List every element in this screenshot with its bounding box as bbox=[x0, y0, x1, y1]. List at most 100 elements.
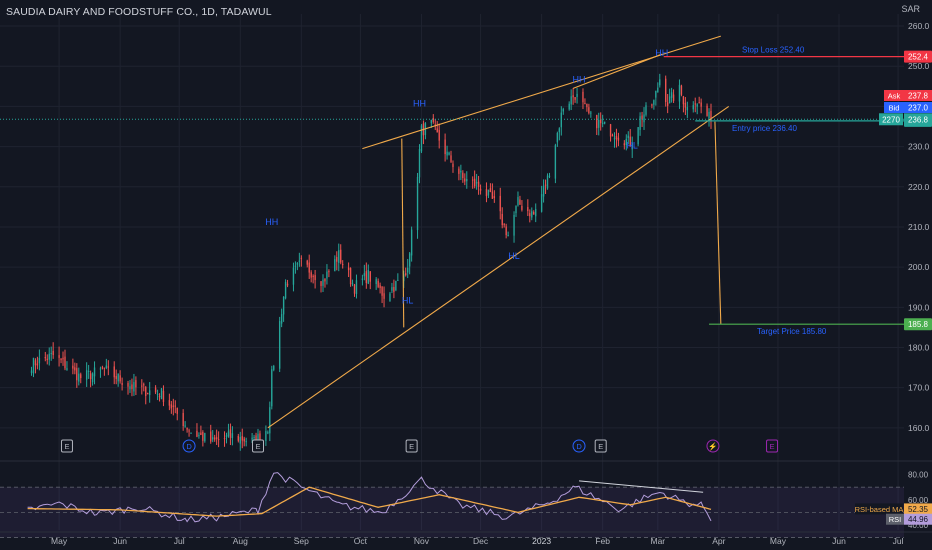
axes: 160.0 170.0 180.0 190.0 200.0 210.0 220.0 230.0… bbox=[0, 21, 932, 546]
candle-body bbox=[446, 151, 448, 156]
candle-body bbox=[544, 184, 547, 186]
candle-body bbox=[267, 432, 269, 434]
candle-body bbox=[269, 407, 271, 434]
candle-body bbox=[278, 321, 281, 369]
candle-body bbox=[176, 408, 178, 414]
y-tick-label: 260.0 bbox=[908, 21, 930, 31]
candle-body bbox=[657, 87, 659, 93]
candle-body bbox=[200, 432, 202, 435]
event-marker-letter: ⚡ bbox=[708, 442, 717, 451]
candle-body bbox=[568, 103, 570, 110]
candle-body bbox=[393, 286, 395, 292]
candle-body bbox=[452, 163, 454, 168]
candle-body bbox=[148, 390, 151, 396]
candle-body bbox=[314, 275, 316, 281]
candle-body bbox=[66, 368, 68, 370]
candle-body bbox=[531, 211, 533, 218]
candle-body bbox=[694, 103, 696, 105]
candle-body bbox=[533, 211, 535, 215]
candle-body bbox=[696, 104, 698, 107]
candle-body bbox=[450, 155, 452, 162]
rsi-name: RSI bbox=[889, 515, 902, 524]
candle-body bbox=[286, 283, 289, 286]
candle-body bbox=[271, 369, 273, 407]
candle-body bbox=[680, 85, 683, 95]
candle-body bbox=[320, 281, 322, 286]
candle-body bbox=[336, 257, 338, 262]
candle-body bbox=[133, 382, 135, 392]
candle-body bbox=[448, 152, 450, 155]
candle-body bbox=[310, 272, 312, 278]
candle-body bbox=[582, 91, 584, 103]
candle-body bbox=[143, 384, 145, 386]
trendline bbox=[714, 121, 722, 325]
rsi-value: 44.96 bbox=[908, 515, 929, 524]
candle-body bbox=[588, 107, 590, 114]
candle-body bbox=[527, 207, 529, 212]
candle-body bbox=[170, 404, 173, 409]
y-tick-label: 250.0 bbox=[908, 61, 930, 71]
y-tick-label: 180.0 bbox=[908, 342, 930, 352]
candle-body bbox=[168, 400, 171, 406]
candle-body bbox=[127, 383, 129, 387]
candle-body bbox=[562, 109, 564, 112]
candle-body bbox=[493, 196, 496, 199]
candle-body bbox=[367, 270, 369, 284]
countdown-value: 2270 bbox=[882, 115, 900, 124]
candle-body bbox=[52, 350, 54, 355]
x-tick-label: Jun bbox=[832, 536, 846, 546]
candle-body bbox=[105, 365, 108, 369]
candle-body bbox=[682, 96, 685, 105]
candle-body bbox=[653, 100, 655, 105]
candle-body bbox=[156, 393, 159, 396]
rsi-y-tick-label: 80.00 bbox=[908, 471, 929, 480]
candle-body bbox=[416, 177, 419, 231]
candle-body bbox=[355, 280, 358, 295]
candle-body bbox=[668, 96, 671, 104]
candle-body bbox=[296, 263, 299, 265]
candle-body bbox=[172, 405, 175, 407]
candle-body bbox=[198, 435, 200, 437]
candle-body bbox=[99, 368, 102, 370]
candle-body bbox=[115, 376, 117, 379]
candle-body bbox=[253, 437, 255, 439]
candle-body bbox=[464, 178, 466, 182]
x-tick-label: Aug bbox=[233, 536, 248, 546]
candle-body bbox=[639, 116, 641, 130]
candle-body bbox=[395, 280, 397, 291]
candle-body bbox=[363, 273, 366, 277]
candle-body bbox=[46, 358, 48, 361]
candle-body bbox=[160, 388, 163, 399]
price-chart[interactable]: HHHLHHHLHHHHHLStop Loss 252.40Entry pric… bbox=[0, 0, 932, 550]
candle-body bbox=[48, 353, 50, 360]
candle-body bbox=[328, 271, 330, 273]
candle-body bbox=[91, 373, 94, 383]
candle-body bbox=[184, 425, 186, 427]
candle-body bbox=[460, 170, 462, 173]
candle-body bbox=[670, 92, 673, 98]
candle-body bbox=[282, 296, 285, 315]
x-tick-label: Dec bbox=[473, 536, 489, 546]
candles bbox=[30, 73, 712, 453]
quote-label: Bid bbox=[889, 104, 900, 113]
event-marker-letter: E bbox=[255, 442, 260, 451]
quote-value: 237.0 bbox=[908, 104, 929, 113]
candle-body bbox=[554, 145, 557, 179]
candle-body bbox=[570, 96, 572, 105]
candle-body bbox=[684, 102, 687, 108]
quote-value: 237.8 bbox=[908, 92, 929, 101]
x-tick-label: Jul bbox=[893, 536, 904, 546]
candle-body bbox=[44, 357, 46, 359]
candle-body bbox=[556, 132, 559, 143]
candle-body bbox=[213, 437, 216, 440]
candle-body bbox=[223, 438, 226, 440]
trendline bbox=[572, 53, 662, 89]
x-tick-label: Mar bbox=[650, 536, 665, 546]
pivot-label: HL bbox=[626, 141, 638, 151]
candle-body bbox=[74, 367, 76, 371]
candle-body bbox=[190, 432, 192, 434]
candle-body bbox=[227, 431, 230, 437]
candle-body bbox=[298, 260, 301, 262]
candle-body bbox=[326, 271, 328, 279]
candle-body bbox=[225, 435, 228, 438]
